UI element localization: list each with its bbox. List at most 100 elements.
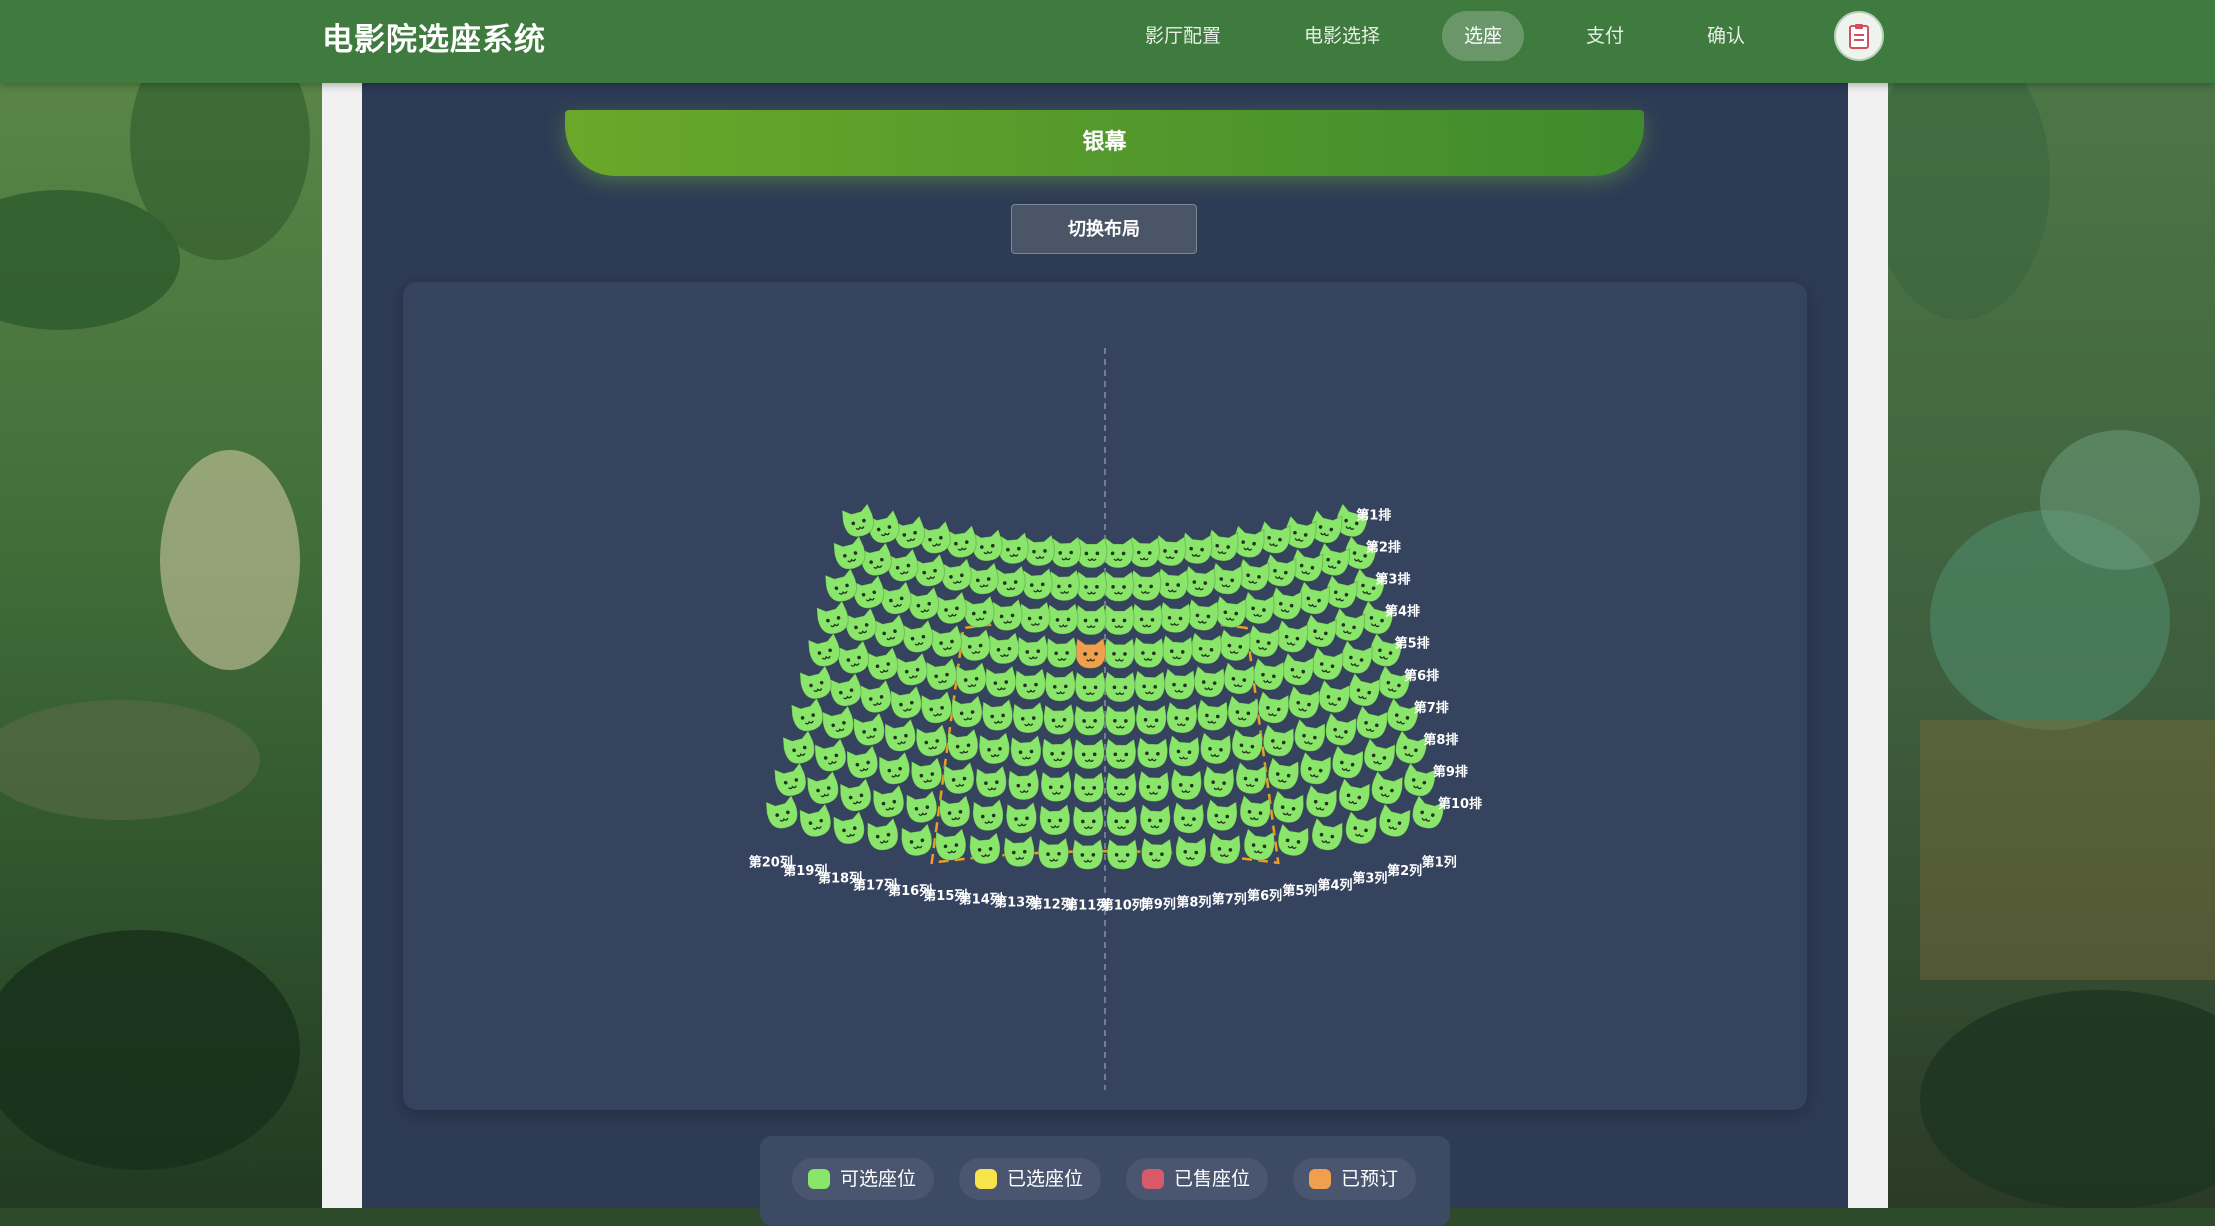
seat-r4-c7[interactable]: [1190, 631, 1223, 665]
seat-r2-c8[interactable]: [1157, 567, 1189, 600]
seat-r3-c17[interactable]: [906, 586, 941, 622]
seat-r2-c14[interactable]: [994, 564, 1027, 599]
seat-r8-c8[interactable]: [1170, 768, 1202, 801]
seat-r9-c3[interactable]: [1336, 777, 1372, 813]
seat-r4-c9[interactable]: [1132, 636, 1165, 669]
seat-r3-c12[interactable]: [1047, 602, 1079, 635]
seat-r9-c12[interactable]: [1039, 803, 1071, 836]
seat-r5-c2[interactable]: [1338, 639, 1374, 676]
seat-r2-c9[interactable]: [1130, 569, 1162, 602]
seat-r3-c9[interactable]: [1131, 602, 1163, 635]
seat-r10-c12[interactable]: [1037, 837, 1070, 869]
seat-r10-c10[interactable]: [1106, 838, 1138, 870]
seat-r7-c7[interactable]: [1199, 731, 1232, 765]
seat-r7-c8[interactable]: [1168, 734, 1200, 767]
seat-r9-c10[interactable]: [1106, 804, 1138, 837]
seat-r2-c11[interactable]: [1075, 570, 1107, 602]
seat-r6-c9[interactable]: [1135, 703, 1167, 736]
seat-r4-c13[interactable]: [1016, 634, 1049, 667]
seat-r4-c15[interactable]: [958, 628, 992, 662]
seat-r8-c14[interactable]: [975, 765, 1008, 799]
seat-r9-c5[interactable]: [1271, 789, 1305, 824]
seat-r8-c13[interactable]: [1008, 768, 1040, 801]
seat-r7-c18[interactable]: [852, 712, 888, 748]
seat-r5-c20[interactable]: [806, 632, 843, 670]
seat-r8-c7[interactable]: [1202, 765, 1235, 799]
seat-r9-c4[interactable]: [1304, 784, 1339, 820]
seat-r10-c11[interactable]: [1072, 838, 1104, 870]
seat-r8-c6[interactable]: [1234, 761, 1268, 795]
seat-r3-c7[interactable]: [1187, 598, 1220, 632]
seat-r6-c4[interactable]: [1286, 685, 1321, 721]
seat-r7-c11[interactable]: [1073, 737, 1105, 770]
seat-r4-c14[interactable]: [987, 631, 1020, 665]
seat-r9-c2[interactable]: [1369, 770, 1405, 807]
seat-r9-c9[interactable]: [1139, 803, 1171, 836]
seat-r8-c18[interactable]: [845, 744, 881, 780]
seat-r5-c3[interactable]: [1309, 646, 1345, 682]
seat-r9-c18[interactable]: [838, 777, 874, 813]
seat-r3-c10[interactable]: [1103, 603, 1135, 636]
seat-r7-c6[interactable]: [1230, 728, 1264, 762]
seat-r8-c10[interactable]: [1105, 771, 1137, 803]
seat-r9-c7[interactable]: [1205, 798, 1238, 832]
seat-r8-c4[interactable]: [1298, 751, 1333, 787]
seat-r4-c8[interactable]: [1161, 634, 1194, 667]
seat-r6-c16[interactable]: [919, 690, 953, 725]
seat-r5-c18[interactable]: [865, 646, 901, 682]
seat-r10-c16[interactable]: [900, 822, 934, 858]
seat-r7-c19[interactable]: [820, 705, 856, 742]
seat-r8-c3[interactable]: [1330, 744, 1366, 780]
seat-r8-c2[interactable]: [1361, 737, 1397, 774]
seat-r6-c13[interactable]: [1012, 701, 1044, 734]
seat-r9-c8[interactable]: [1172, 801, 1205, 834]
seat-r10-c5[interactable]: [1276, 822, 1310, 858]
seat-r9-c6[interactable]: [1238, 794, 1272, 828]
seat-r6-c14[interactable]: [981, 698, 1014, 732]
seat-r2-c12[interactable]: [1048, 569, 1080, 602]
seat-r9-c11[interactable]: [1072, 804, 1104, 837]
seat-r3-c14[interactable]: [991, 598, 1024, 632]
seat-r6-c8[interactable]: [1166, 701, 1198, 734]
seat-r5-c10[interactable]: [1104, 670, 1136, 703]
seat-r10-c19[interactable]: [798, 802, 834, 839]
seat-r7-c4[interactable]: [1292, 718, 1327, 754]
seat-r6-c15[interactable]: [950, 694, 984, 728]
seat-r8-c17[interactable]: [877, 751, 912, 787]
seat-r5-c19[interactable]: [836, 639, 872, 676]
seat-r4-c4[interactable]: [1275, 619, 1310, 655]
seat-r7-c16[interactable]: [915, 723, 949, 758]
seat-r7-c9[interactable]: [1136, 736, 1169, 769]
seat-r3-c8[interactable]: [1159, 600, 1191, 634]
seat-r6-c12[interactable]: [1043, 703, 1075, 736]
seat-r10-c7[interactable]: [1209, 831, 1242, 866]
seat-r5-c14[interactable]: [984, 665, 1017, 699]
seat-r8-c16[interactable]: [910, 756, 944, 791]
seat-r6-c2[interactable]: [1346, 672, 1382, 709]
seat-r4-c17[interactable]: [900, 619, 935, 655]
seat-r6-c20[interactable]: [798, 664, 835, 702]
seat-r2-c10[interactable]: [1103, 570, 1135, 602]
seat-r10-c2[interactable]: [1376, 802, 1412, 839]
seat-r5-c9[interactable]: [1134, 669, 1166, 702]
seat-r10-c17[interactable]: [866, 817, 901, 853]
seat-r3-c6[interactable]: [1214, 595, 1248, 629]
seat-r10-c20[interactable]: [764, 794, 801, 832]
seat-r5-c12[interactable]: [1044, 669, 1076, 702]
seat-r8-c12[interactable]: [1040, 770, 1072, 803]
seat-r1-c11[interactable]: [1076, 536, 1108, 569]
seat-r8-c20[interactable]: [781, 729, 818, 767]
seat-r5-c4[interactable]: [1280, 652, 1315, 688]
seat-r5-c13[interactable]: [1014, 667, 1046, 701]
seat-r10-c8[interactable]: [1175, 834, 1207, 868]
seat-r7-c2[interactable]: [1353, 705, 1389, 742]
seat-r6-c11[interactable]: [1074, 704, 1106, 736]
seat-r3-c13[interactable]: [1019, 600, 1051, 634]
seat-r10-c13[interactable]: [1003, 834, 1035, 868]
seat-r7-c12[interactable]: [1041, 736, 1074, 769]
seat-r3-c20[interactable]: [823, 567, 860, 605]
seat-r6-c10[interactable]: [1104, 704, 1136, 736]
seat-r4-c3[interactable]: [1303, 613, 1339, 649]
seat-r7-c17[interactable]: [883, 718, 918, 754]
seat-r7-c15[interactable]: [946, 728, 980, 762]
